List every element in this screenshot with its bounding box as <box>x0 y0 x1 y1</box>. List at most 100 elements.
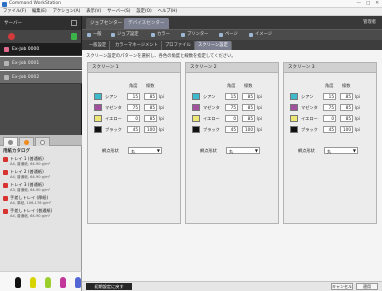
ink-label: イエロー <box>203 116 220 121</box>
tab-color-management[interactable]: カラーマネージメント <box>112 41 162 50</box>
angle-input[interactable] <box>127 126 140 133</box>
unit-label: lpi <box>257 116 262 121</box>
dot-shape-value: 丸 <box>327 148 332 154</box>
dot-shape-select[interactable]: 丸 ▼ <box>128 147 162 154</box>
category-general[interactable]: 一般 <box>86 30 102 40</box>
minimize-icon[interactable]: — <box>356 0 361 8</box>
category-job-settings[interactable]: ジョブ設定 <box>110 30 138 40</box>
reset-defaults-button[interactable]: 初期設定に戻す <box>86 283 132 290</box>
lines-input[interactable] <box>242 126 255 133</box>
tab-general-settings[interactable]: 一般設定 <box>86 41 111 50</box>
menu-settings[interactable]: 設定(O) <box>136 8 151 15</box>
angle-input[interactable] <box>225 93 238 100</box>
apply-button[interactable]: 適用 <box>356 283 378 290</box>
tray-alert-icon <box>3 157 8 162</box>
angle-input[interactable] <box>127 115 140 122</box>
menu-actions[interactable]: アクション(A) <box>53 8 81 15</box>
server-list-item[interactable]: Ex-Job 0002 <box>0 71 82 84</box>
close-icon[interactable]: ✕ <box>375 0 379 8</box>
color-swatch <box>94 115 102 122</box>
lines-input[interactable] <box>242 104 255 111</box>
main-tab-bar: ジョブセンター デバイスセンター 管理者 <box>82 16 382 29</box>
add-server-icon[interactable] <box>8 33 15 40</box>
server-list-item[interactable]: Ex-Job 0001 <box>0 57 82 70</box>
color-swatch <box>192 115 200 122</box>
category-color[interactable]: カラー <box>150 30 170 40</box>
tray-item[interactable]: トレイ 3 (普通紙) A3, 普通紙, 64-90 g/m² <box>2 181 80 193</box>
ink-label: イエロー <box>301 116 318 121</box>
tab-device-center[interactable]: デバイスセンター <box>124 18 169 29</box>
lines-input[interactable] <box>340 93 353 100</box>
screen-panel: スクリーン 1 角度 線数 シアン lpi マゼンタ lpi イエロー lpi … <box>87 62 181 224</box>
lines-input[interactable] <box>144 104 157 111</box>
angle-input[interactable] <box>323 104 336 111</box>
menu-help[interactable]: ヘルプ(H) <box>158 8 177 15</box>
tab-info[interactable] <box>19 137 34 146</box>
angle-input[interactable] <box>323 93 336 100</box>
server-icon <box>4 47 9 52</box>
ink-label: シアン <box>105 94 118 99</box>
angle-input[interactable] <box>127 93 140 100</box>
tab-job-center[interactable]: ジョブセンター <box>86 18 127 29</box>
category-label: ジョブ設定 <box>117 32 139 37</box>
angle-input[interactable] <box>323 126 336 133</box>
tray-item[interactable]: 手差しトレイ (厚紙) A4, 厚紙, 106-176 g/m² <box>2 194 80 206</box>
instruction-text: スクリーン設定のパターンを選択し、各色の角度と線数を指定してください。 <box>86 54 236 59</box>
angle-input[interactable] <box>225 126 238 133</box>
lines-input[interactable] <box>242 115 255 122</box>
user-label: 管理者 <box>363 20 376 25</box>
tray-desc: A4, 厚紙, 106-176 g/m² <box>10 200 52 205</box>
menu-file[interactable]: ファイル(F) <box>3 8 26 15</box>
menu-server[interactable]: サーバー(S) <box>107 8 130 15</box>
general-icon <box>87 33 91 37</box>
connect-icon[interactable] <box>71 33 77 40</box>
info-icon <box>24 140 29 145</box>
image-icon <box>249 33 253 37</box>
angle-input[interactable] <box>127 104 140 111</box>
unit-label: lpi <box>355 127 360 132</box>
ink-row: シアン lpi <box>186 93 278 101</box>
ink-label: シアン <box>301 94 314 99</box>
angle-input[interactable] <box>323 115 336 122</box>
tab-trays[interactable] <box>3 137 18 146</box>
cancel-button[interactable]: キャンセル <box>331 283 353 290</box>
ink-row: イエロー lpi <box>284 115 376 123</box>
color-swatch <box>290 115 298 122</box>
category-printer[interactable]: プリンター <box>180 30 208 40</box>
lines-input[interactable] <box>144 126 157 133</box>
dot-shape-label: 網点形状 <box>102 148 119 153</box>
tab-profile[interactable]: プロファイル <box>162 41 195 50</box>
lines-input[interactable] <box>340 115 353 122</box>
angle-input[interactable] <box>225 104 238 111</box>
lines-input[interactable] <box>242 93 255 100</box>
tray-item[interactable]: 手差しトレイ (普通紙) A4, 普通紙, 64-90 g/m² <box>2 207 80 219</box>
lines-input[interactable] <box>340 104 353 111</box>
server-list-empty-area <box>0 84 82 135</box>
server-list-item[interactable]: Ex-Job 0000 <box>0 43 82 56</box>
lines-input[interactable] <box>144 115 157 122</box>
tab-status[interactable] <box>35 137 50 146</box>
tray-item[interactable]: トレイ 1 (普通紙) A4, 普通紙, 64-90 g/m² <box>2 155 80 167</box>
layout-icon[interactable] <box>71 20 77 26</box>
category-image[interactable]: イメージ <box>248 30 272 40</box>
server-name: Ex-Job 0002 <box>12 74 40 80</box>
tab-screen-settings[interactable]: スクリーン設定 <box>195 41 232 50</box>
lines-input[interactable] <box>144 93 157 100</box>
unit-label: lpi <box>257 127 262 132</box>
tray-icon <box>8 140 13 145</box>
tray-desc: A4, 普通紙, 64-90 g/m² <box>10 174 51 179</box>
ink-bottle-icon <box>15 277 21 288</box>
menu-edit[interactable]: 編集(E) <box>32 8 47 15</box>
menu-bar: ファイル(F) 編集(E) アクション(A) 表示(V) サーバー(S) 設定(… <box>0 8 382 16</box>
category-label: イメージ <box>255 32 273 37</box>
lines-input[interactable] <box>340 126 353 133</box>
dot-shape-select[interactable]: 丸 ▼ <box>226 147 260 154</box>
menu-view[interactable]: 表示(V) <box>86 8 101 15</box>
angle-header: 角度 <box>325 83 334 88</box>
maximize-icon[interactable]: □ <box>366 0 370 8</box>
tray-item[interactable]: トレイ 2 (普通紙) A4, 普通紙, 64-90 g/m² <box>2 168 80 180</box>
dot-shape-select[interactable]: 丸 ▼ <box>324 147 358 154</box>
tray-alert-icon <box>3 183 8 188</box>
angle-input[interactable] <box>225 115 238 122</box>
category-page[interactable]: ページ <box>218 30 238 40</box>
